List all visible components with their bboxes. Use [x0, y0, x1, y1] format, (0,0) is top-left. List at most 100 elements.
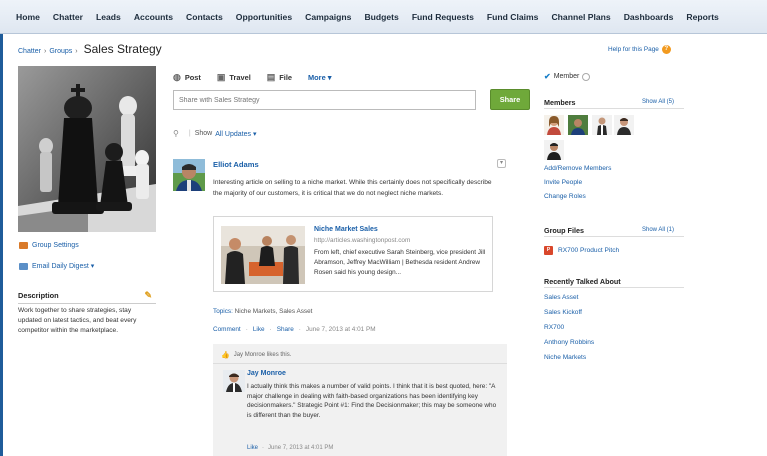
- divider: |: [188, 130, 191, 137]
- change-roles-link[interactable]: Change Roles: [544, 193, 586, 200]
- member-avatar[interactable]: [592, 115, 612, 135]
- publisher-tab-travel[interactable]: ▣ Travel: [217, 72, 251, 83]
- tab-opportunities[interactable]: Opportunities: [236, 12, 292, 22]
- files-show-all-link[interactable]: Show All (1): [642, 227, 674, 233]
- settings-icon: [19, 242, 28, 249]
- link-preview-card[interactable]: Niche Market Sales http://articles.washi…: [213, 216, 493, 292]
- post-text: Interesting article on selling to a nich…: [213, 179, 492, 197]
- membership-status[interactable]: ✔ Member: [544, 72, 591, 81]
- comment-link[interactable]: Comment: [213, 326, 241, 333]
- topic-link[interactable]: Niche Markets: [544, 354, 586, 361]
- publisher-tabs: ◍ Post ▣ Travel ▤ File More ▾: [173, 72, 347, 83]
- topics-list[interactable]: Niche Markets, Sales Asset: [235, 308, 313, 315]
- travel-icon: ▣: [216, 72, 226, 82]
- avatar[interactable]: [173, 159, 205, 191]
- tab-fund-claims[interactable]: Fund Claims: [487, 12, 539, 22]
- breadcrumb-separator: ›: [43, 48, 47, 55]
- comment-author[interactable]: Jay Monroe: [247, 370, 286, 377]
- tab-accounts[interactable]: Accounts: [134, 12, 173, 22]
- filter-dropdown[interactable]: All Updates ▾: [215, 130, 256, 138]
- member-avatar[interactable]: [544, 115, 564, 135]
- person-icon: [544, 115, 564, 135]
- divider: [544, 287, 684, 288]
- tab-campaigns[interactable]: Campaigns: [305, 12, 351, 22]
- invite-people-link[interactable]: Invite People: [544, 179, 582, 186]
- separator: ·: [269, 326, 272, 333]
- group-files-heading: Group Files: [544, 226, 584, 235]
- help-label: Help for this Page: [608, 46, 659, 53]
- email-digest-link[interactable]: Email Daily Digest ▾: [19, 262, 94, 270]
- member-avatar[interactable]: [614, 115, 634, 135]
- likes-text: Jay Monroe likes this.: [233, 352, 292, 358]
- share-input[interactable]: [173, 90, 476, 110]
- comment-actions: Like · June 7, 2013 at 4:01 PM: [247, 445, 333, 451]
- tab-home[interactable]: Home: [16, 12, 40, 22]
- tab-reports[interactable]: Reports: [686, 12, 718, 22]
- info-circle-icon[interactable]: [582, 72, 591, 81]
- search-icon[interactable]: ⚲: [173, 129, 179, 138]
- publisher-tab-file[interactable]: ▤ File: [267, 72, 292, 83]
- email-digest-label: Email Daily Digest ▾: [32, 263, 95, 270]
- members-show-all-link[interactable]: Show All (5): [642, 99, 674, 105]
- tab-dashboards[interactable]: Dashboards: [624, 12, 674, 22]
- like-link[interactable]: Like: [253, 326, 265, 333]
- divider: [213, 363, 507, 364]
- pencil-icon[interactable]: ✎: [144, 290, 152, 301]
- tab-channel-plans[interactable]: Channel Plans: [551, 12, 610, 22]
- checkmark-icon: ✔: [544, 72, 551, 81]
- share-link[interactable]: Share: [277, 326, 294, 333]
- separator: ·: [245, 326, 248, 333]
- comment-text: I actually think this makes a number of …: [247, 383, 497, 419]
- likes-summary: 👍 Jay Monroe likes this.: [221, 351, 291, 359]
- add-remove-members-link[interactable]: Add/Remove Members: [544, 165, 611, 172]
- person-icon: [173, 159, 205, 191]
- divider: [544, 236, 684, 237]
- topics-label: Topics:: [213, 308, 233, 315]
- person-icon: [614, 115, 634, 135]
- file-name: RX700 Product Pitch: [558, 247, 620, 254]
- tab-budgets[interactable]: Budgets: [364, 12, 398, 22]
- group-settings-label: Group Settings: [32, 242, 79, 249]
- member-avatar[interactable]: [568, 115, 588, 135]
- publisher-tab-label: Travel: [229, 73, 251, 82]
- tab-fund-requests[interactable]: Fund Requests: [412, 12, 474, 22]
- member-label: Member: [553, 73, 580, 80]
- presentation-file-icon: P: [544, 246, 553, 255]
- description-text: Work together to share strategies, stay …: [18, 307, 137, 334]
- breadcrumb: Chatter › Groups › Sales Strategy: [18, 42, 162, 56]
- post-author[interactable]: Elliot Adams: [213, 160, 259, 169]
- person-icon: [544, 140, 564, 160]
- help-link[interactable]: Help for this Page ?: [608, 45, 671, 54]
- member-avatar[interactable]: [544, 140, 564, 160]
- publisher-tab-label: More ▾: [308, 73, 332, 82]
- person-icon: [223, 370, 245, 392]
- publisher-tab-more[interactable]: More ▾: [308, 73, 331, 82]
- breadcrumb-groups[interactable]: Groups: [49, 48, 72, 55]
- publisher-tab-post[interactable]: ◍ Post: [173, 72, 201, 83]
- description-heading: Description ✎: [18, 290, 156, 304]
- breadcrumb-chatter[interactable]: Chatter: [18, 48, 41, 55]
- recently-talked-about-heading: Recently Talked About: [544, 277, 621, 286]
- separator: ·: [262, 445, 265, 451]
- tab-leads[interactable]: Leads: [96, 12, 121, 22]
- article-photo: [221, 226, 305, 284]
- topic-link[interactable]: Sales Asset: [544, 294, 578, 301]
- avatar[interactable]: [223, 370, 245, 392]
- post-topics: Topics: Niche Markets, Sales Asset: [213, 308, 312, 315]
- thumbs-up-icon: 👍: [221, 352, 230, 359]
- link-url: http://articles.washingtonpost.com: [314, 237, 411, 244]
- description-heading-label: Description: [18, 291, 59, 300]
- share-button[interactable]: Share: [490, 89, 530, 110]
- comment-timestamp: June 7, 2013 at 4:01 PM: [268, 445, 334, 451]
- topic-link[interactable]: Sales Kickoff: [544, 309, 582, 316]
- like-link[interactable]: Like: [247, 445, 258, 451]
- file-item[interactable]: P RX700 Product Pitch: [544, 246, 619, 255]
- chevron-down-icon[interactable]: ▾: [497, 159, 506, 168]
- tab-chatter[interactable]: Chatter: [53, 12, 83, 22]
- link-title[interactable]: Niche Market Sales: [314, 226, 378, 233]
- page-title: Sales Strategy: [83, 42, 162, 56]
- topic-link[interactable]: Anthony Robbins: [544, 339, 594, 346]
- group-settings-link[interactable]: Group Settings: [19, 242, 79, 249]
- topic-link[interactable]: RX700: [544, 324, 564, 331]
- tab-contacts[interactable]: Contacts: [186, 12, 223, 22]
